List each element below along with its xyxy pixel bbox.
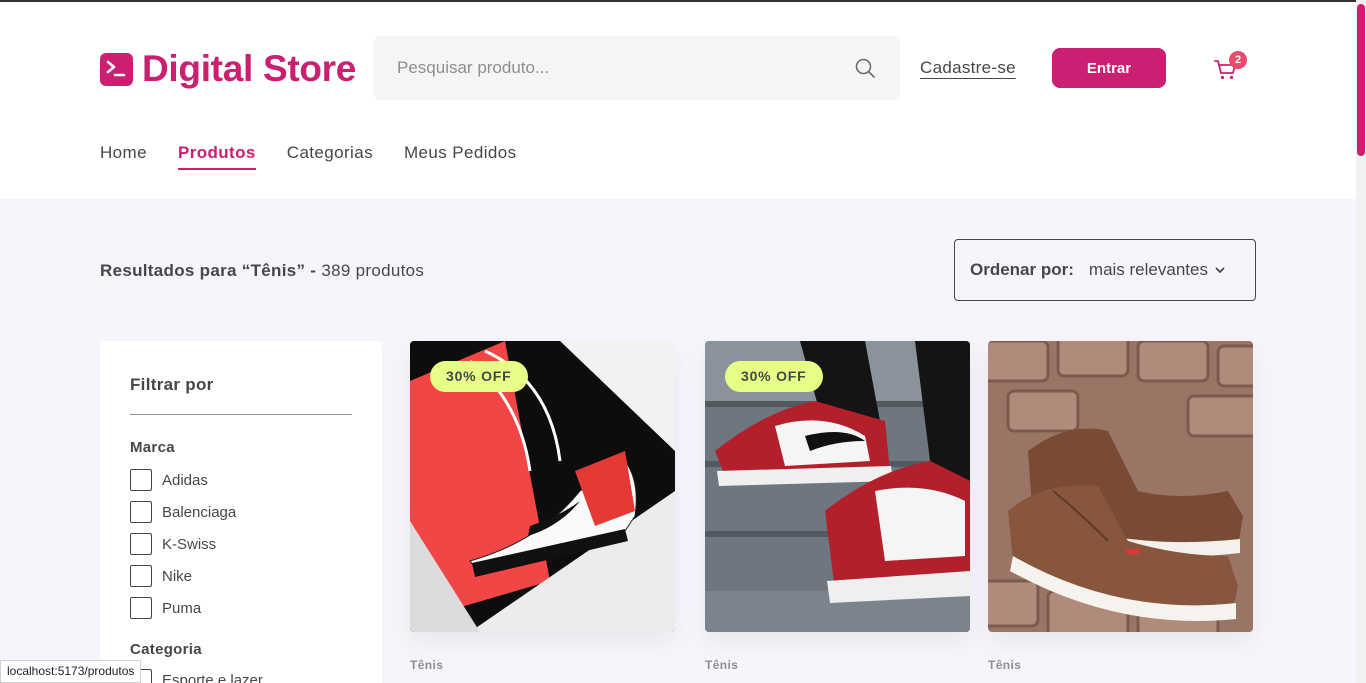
checkbox[interactable] bbox=[130, 565, 152, 587]
filter-option-esporte-e-lazer[interactable]: Esporte e lazer bbox=[130, 669, 263, 683]
product-image[interactable] bbox=[988, 341, 1253, 632]
filter-option-nike[interactable]: Nike bbox=[130, 565, 192, 587]
filter-option-puma[interactable]: Puma bbox=[130, 597, 201, 619]
filter-group-category: Categoria bbox=[130, 641, 202, 658]
filter-option-adidas[interactable]: Adidas bbox=[130, 469, 208, 491]
scrollbar-thumb[interactable] bbox=[1357, 4, 1365, 156]
nav-item-produtos[interactable]: Produtos bbox=[177, 143, 256, 170]
search-box bbox=[373, 36, 900, 100]
nav-item-categorias[interactable]: Categorias bbox=[287, 143, 373, 167]
checkbox[interactable] bbox=[130, 597, 152, 619]
product-card[interactable]: Tênis bbox=[988, 341, 1253, 672]
product-image[interactable]: 30% OFF bbox=[410, 341, 675, 632]
search-input[interactable] bbox=[373, 36, 833, 100]
discount-badge: 30% OFF bbox=[725, 361, 823, 392]
filter-option-label: Puma bbox=[162, 599, 202, 617]
filter-option-label: Nike bbox=[162, 567, 193, 585]
main-nav: Home Produtos Categorias Meus Pedidos bbox=[100, 143, 517, 170]
status-bar-url: localhost:5173/produtos bbox=[0, 660, 142, 683]
checkbox[interactable] bbox=[130, 469, 152, 491]
terminal-icon bbox=[100, 52, 133, 86]
signup-link[interactable]: Cadastre-se bbox=[920, 58, 1016, 78]
product-card[interactable]: 30% OFF Tênis bbox=[410, 341, 675, 672]
filter-option-balenciaga[interactable]: Balenciaga bbox=[130, 501, 236, 523]
login-button[interactable]: Entrar bbox=[1052, 48, 1166, 88]
filter-title: Filtrar por bbox=[130, 375, 214, 394]
filter-divider bbox=[130, 414, 352, 415]
product-category: Tênis bbox=[705, 658, 739, 672]
chevron-down-icon bbox=[1215, 267, 1225, 273]
filter-panel: Filtrar por Marca Adidas Balenciaga K-Sw… bbox=[100, 341, 382, 683]
filter-option-label: Balenciaga bbox=[162, 503, 237, 521]
search-icon[interactable] bbox=[854, 57, 876, 79]
brand-logo[interactable]: Digital Store bbox=[100, 48, 356, 90]
product-card[interactable]: 30% OFF Tênis bbox=[705, 341, 970, 672]
discount-badge: 30% OFF bbox=[430, 361, 528, 392]
filter-option-label: Esporte e lazer bbox=[162, 671, 263, 683]
sort-label: Ordenar por: bbox=[970, 260, 1074, 279]
filter-group-brand: Marca bbox=[130, 439, 175, 456]
brand-name: Digital Store bbox=[142, 48, 357, 89]
cart-count-badge: 2 bbox=[1229, 51, 1247, 69]
site-header: Digital Store Cadastre-se Entrar 2 Home … bbox=[0, 2, 1356, 199]
sort-dropdown[interactable]: Ordenar por: mais relevantes bbox=[954, 239, 1256, 301]
filter-option-label: K-Swiss bbox=[162, 535, 217, 553]
results-query: Resultados para “Tênis” - bbox=[100, 261, 317, 280]
filter-option-k-swiss[interactable]: K-Swiss bbox=[130, 533, 216, 555]
results-count: 389 produtos bbox=[321, 261, 425, 280]
checkbox[interactable] bbox=[130, 533, 152, 555]
results-summary: Resultados para “Tênis” - 389 produtos bbox=[100, 261, 424, 281]
nav-item-home[interactable]: Home bbox=[100, 143, 147, 167]
product-category: Tênis bbox=[410, 658, 444, 672]
product-category: Tênis bbox=[988, 658, 1022, 672]
sort-value: mais relevantes bbox=[1088, 260, 1208, 279]
checkbox[interactable] bbox=[130, 501, 152, 523]
nav-item-meus-pedidos[interactable]: Meus Pedidos bbox=[404, 143, 517, 167]
filter-option-label: Adidas bbox=[162, 471, 208, 489]
product-image[interactable]: 30% OFF bbox=[705, 341, 970, 632]
